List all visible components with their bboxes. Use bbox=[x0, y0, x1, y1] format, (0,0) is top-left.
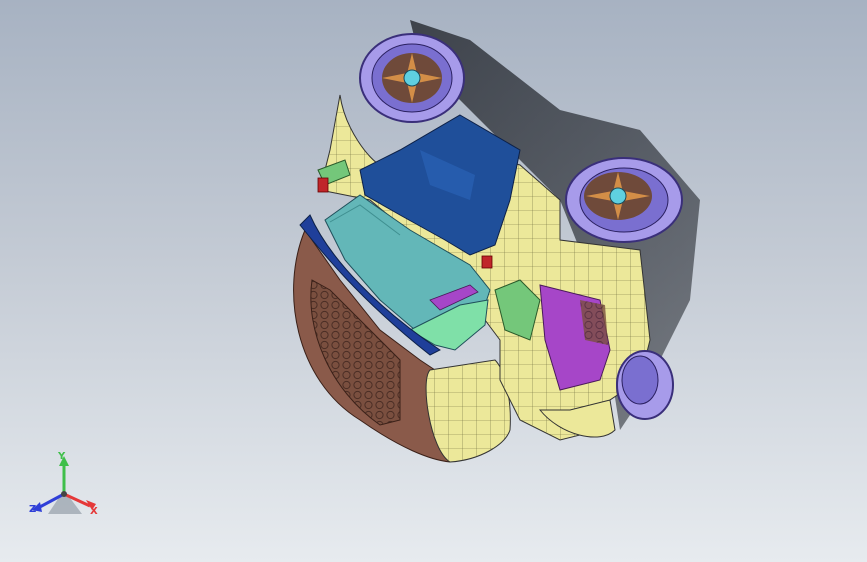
y-axis-label: Y bbox=[58, 451, 66, 462]
red-marker-left bbox=[317, 177, 329, 193]
orientation-triad[interactable]: X Y Z bbox=[26, 448, 106, 528]
wheel-right bbox=[565, 157, 683, 243]
red-marker-center bbox=[481, 255, 493, 269]
graphics-viewport[interactable]: X Y Z bbox=[0, 0, 867, 562]
wheel-bottom-right bbox=[616, 350, 674, 420]
x-axis-label: X bbox=[90, 506, 98, 517]
z-axis-label: Z bbox=[29, 504, 37, 515]
car-model[interactable] bbox=[0, 0, 867, 562]
wheel-top-left bbox=[359, 33, 465, 123]
